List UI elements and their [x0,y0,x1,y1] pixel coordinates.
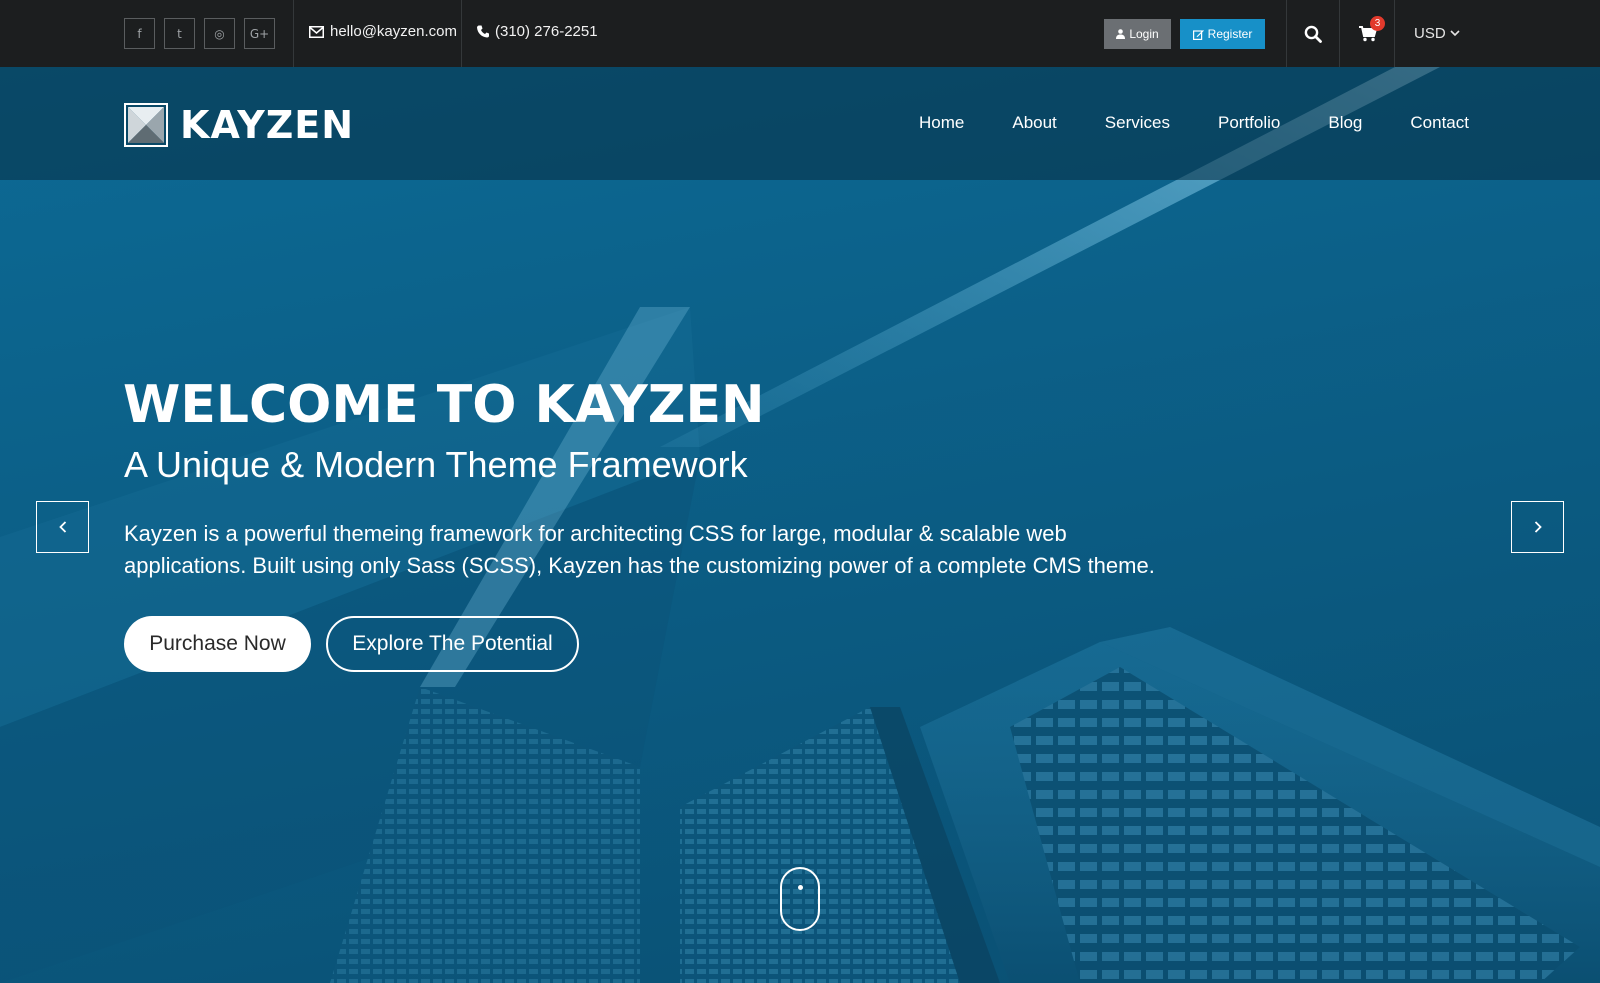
main-navbar: KAYZEN Home About Services Portfolio Blo… [0,67,1600,180]
edit-icon [1192,29,1204,40]
nav-item-services[interactable]: Services [1105,113,1170,133]
explore-potential-button[interactable]: Explore The Potential [326,616,579,672]
email-contact[interactable]: hello@kayzen.com [309,23,457,40]
divider [293,0,294,67]
nav-item-blog[interactable]: Blog [1328,113,1362,133]
hero-description: Kayzen is a powerful themeing framework … [124,521,1155,578]
scroll-wheel-dot [798,885,803,890]
facebook-icon[interactable]: f [124,18,155,49]
login-button[interactable]: Login [1104,19,1171,49]
phone-contact[interactable]: (310) 276-2251 [477,23,598,40]
purchase-now-button[interactable]: Purchase Now [124,616,311,672]
hero-title: WELCOME TO KAYZEN [123,375,765,435]
divider [1286,0,1287,67]
cart-count-badge: 3 [1370,16,1385,31]
divider [1339,0,1340,67]
hero-slider: KAYZEN Home About Services Portfolio Blo… [0,67,1600,983]
currency-selector[interactable]: USD [1414,25,1460,42]
google-plus-icon[interactable]: G+ [244,18,275,49]
slider-next-button[interactable] [1511,501,1564,553]
chevron-left-icon [58,521,66,533]
brand-logo[interactable]: KAYZEN [124,103,354,147]
envelope-icon [309,25,324,38]
slider-prev-button[interactable] [36,501,89,553]
brand-name: KAYZEN [180,103,355,147]
kayzen-logo-icon [124,103,168,147]
nav-item-contact[interactable]: Contact [1410,113,1469,133]
social-links: f t ◎ G+ [124,18,275,49]
scroll-down-indicator[interactable] [780,867,820,931]
register-label: Register [1207,27,1253,41]
nav-item-home[interactable]: Home [919,113,964,133]
search-icon[interactable] [1304,25,1322,43]
phone-icon [477,25,489,38]
chevron-right-icon [1534,521,1542,533]
nav-item-portfolio[interactable]: Portfolio [1218,113,1280,133]
main-nav: Home About Services Portfolio Blog Conta… [919,113,1469,133]
hero-subtitle: A Unique & Modern Theme Framework [124,444,748,485]
user-icon [1116,29,1126,39]
login-label: Login [1129,27,1159,41]
divider [461,0,462,67]
twitter-icon[interactable]: t [164,18,195,49]
top-bar: f t ◎ G+ hello@kayzen.com (310) 276-2251… [0,0,1600,67]
register-button[interactable]: Register [1180,19,1265,49]
divider [1394,0,1395,67]
nav-item-about[interactable]: About [1012,113,1056,133]
phone-text: (310) 276-2251 [495,23,598,40]
dribbble-icon[interactable]: ◎ [204,18,235,49]
email-text: hello@kayzen.com [330,23,457,40]
currency-label: USD [1414,25,1446,42]
chevron-down-icon [1450,30,1460,37]
